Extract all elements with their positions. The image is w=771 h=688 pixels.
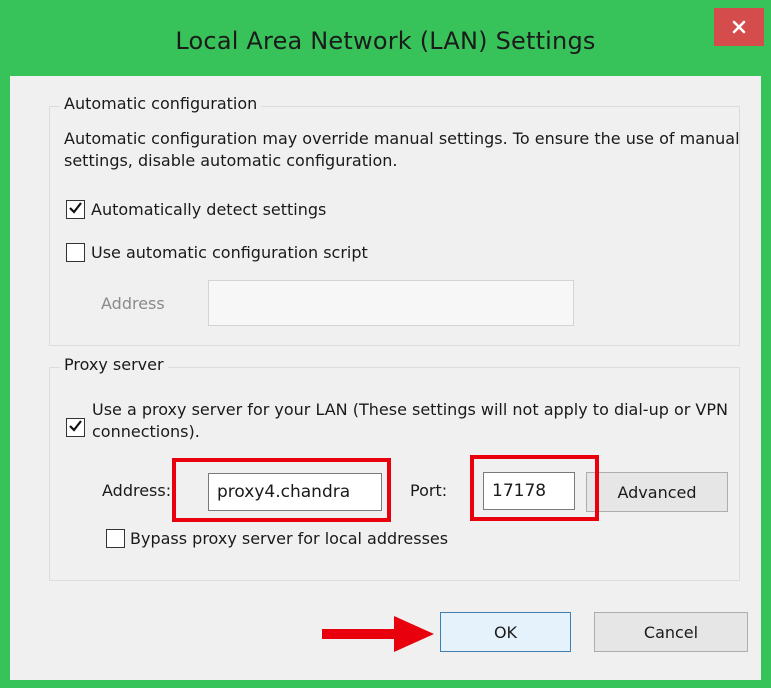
- ok-button[interactable]: OK: [440, 612, 571, 652]
- use-script-label[interactable]: Use automatic configuration script: [91, 243, 368, 262]
- bypass-local-label[interactable]: Bypass proxy server for local addresses: [130, 529, 448, 548]
- cancel-button[interactable]: Cancel: [594, 612, 748, 652]
- proxy-address-label: Address:: [102, 481, 172, 500]
- script-address-label: Address: [101, 294, 165, 313]
- advanced-button[interactable]: Advanced: [586, 472, 728, 512]
- proxy-server-legend: Proxy server: [60, 355, 168, 374]
- close-button[interactable]: [714, 8, 764, 46]
- checkmark-icon: [68, 418, 83, 437]
- script-address-input[interactable]: [208, 280, 574, 326]
- detect-settings-label[interactable]: Automatically detect settings: [91, 200, 326, 219]
- proxy-address-input[interactable]: proxy4.chandra: [208, 473, 382, 511]
- red-arrow-icon: [322, 616, 434, 656]
- lan-settings-window: Local Area Network (LAN) Settings Automa…: [0, 0, 771, 688]
- checkmark-icon: [68, 200, 83, 219]
- automatic-configuration-description: Automatic configuration may override man…: [64, 129, 740, 170]
- close-icon: [732, 20, 746, 34]
- detect-settings-checkbox[interactable]: [66, 200, 85, 219]
- automatic-configuration-legend: Automatic configuration: [60, 94, 262, 113]
- use-proxy-label[interactable]: Use a proxy server for your LAN (These s…: [92, 399, 732, 443]
- bypass-local-checkbox[interactable]: [106, 529, 125, 548]
- window-title: Local Area Network (LAN) Settings: [175, 27, 596, 55]
- dialog-body: Automatic configuration Automatic config…: [10, 76, 761, 680]
- proxy-port-input[interactable]: 17178: [483, 472, 575, 510]
- title-bar[interactable]: Local Area Network (LAN) Settings: [0, 0, 771, 76]
- use-script-checkbox[interactable]: [66, 243, 85, 262]
- use-proxy-checkbox[interactable]: [66, 418, 85, 437]
- proxy-port-label: Port:: [410, 481, 448, 500]
